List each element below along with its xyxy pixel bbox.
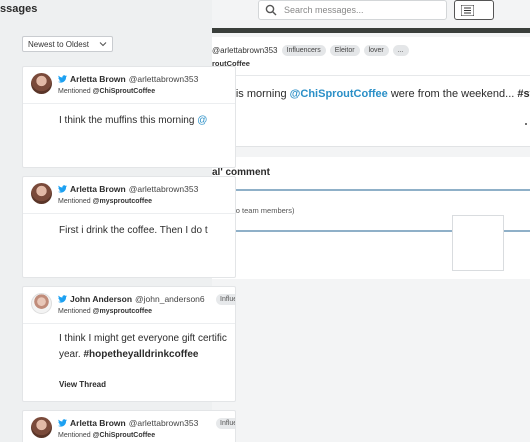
chevron-down-icon [99,42,107,47]
author-name[interactable]: Arletta Brown [70,74,126,84]
author-handle: @arlettabrown353 [128,184,199,194]
mentioned-line: Mentioned @mysproutcoffee [58,198,152,205]
message-card[interactable]: Arletta Brown @arlettabrown353 Mentioned … [22,176,236,278]
author-line: Arletta Brown @arlettabrown353 [70,74,198,84]
detail-message-text: ns this morning @ChiSproutCoffee were fr… [212,88,530,100]
search-box[interactable] [258,0,447,20]
mentioned-label: Mentioned [58,88,91,95]
list-view-icon [461,4,474,16]
author-line: Arletta Brown @arlettabrown353 [70,418,198,428]
author-name[interactable]: John Anderson [70,294,132,304]
author-handle: @arlettabrown353 [128,418,199,428]
message-card-header: Arletta Brown @arlettabrown353 Mentioned … [23,67,235,104]
sort-dropdown[interactable]: Newest to Oldest [22,36,113,52]
message-text: I think the muffins this morning @ [59,113,207,129]
avatar[interactable] [31,183,52,204]
mentioned-account: @ChiSproutCoffee [92,88,156,95]
twitter-icon [58,185,67,193]
twitter-icon [58,295,67,303]
avatar[interactable] [31,73,52,94]
detail-text-mid: were from the weekend... [387,88,518,100]
view-thread-link[interactable]: View Thread [59,380,106,389]
author-line: Arletta Brown @arlettabrown353 [70,184,198,194]
message-card-header: Arletta Brown @arlettabrown353 Mentioned … [23,177,235,214]
message-detail-pane: @arlettabrown353 Influencers Eleitor lov… [212,0,530,442]
mentioned-line: Mentioned @mysproutcoffee [58,308,152,315]
toolbar-divider [212,28,530,33]
message-text: I think I might get everyone gift certif… [59,331,227,363]
twitter-icon [58,419,67,427]
author-handle: @arlettabrown353 [128,74,199,84]
message-list-pane: ssages Newest to Oldest Arletta Brown @ar… [0,0,236,442]
mentioned-account: @mysproutcoffee [92,308,152,315]
tag-influencers[interactable]: Influencers [281,45,326,56]
mentioned-line: Mentioned @ChiSproutCoffee [58,88,155,95]
sort-selected-value: Newest to Oldest [28,39,89,49]
internal-comment-panel: al' comment wable to team members) lete [212,157,530,279]
mentioned-account: @mysproutcoffee [92,198,152,205]
comment-input-border [212,189,530,191]
detail-mention-link[interactable]: @ChiSproutCoffee [290,88,388,100]
message-text-line: I think I might get everyone gift certif… [59,333,227,344]
author-name[interactable]: Arletta Brown [70,184,126,194]
author-line: John Anderson @john_anderson6 [70,294,205,304]
influencer-tag[interactable]: Influe [216,294,235,305]
attachment-preview[interactable] [452,215,504,271]
list-view-button[interactable] [454,0,494,20]
mentioned-label: Mentioned [58,198,91,205]
divider [212,75,530,76]
detail-hashtag[interactable]: #stale [517,88,530,100]
message-text: First i drink the coffee. Then I do t [59,225,208,236]
mention-link[interactable]: @ [197,115,207,126]
message-detail-card: @arlettabrown353 Influencers Eleitor lov… [212,37,530,147]
page-title: ssages [0,3,38,15]
top-toolbar [212,0,530,28]
message-text-line: year. #hopetheyalldrinkcoffee [59,347,227,363]
search-input[interactable] [284,5,444,15]
mentioned-label: Mentioned [58,432,91,439]
mentioned-label: Mentioned [58,308,91,315]
tag-eleitor[interactable]: Eleitor [329,45,360,56]
message-card-header: John Anderson @john_anderson6 Mentioned @… [23,287,235,324]
search-icon [265,4,277,16]
mentioned-line: Mentioned @ChiSproutCoffee [58,432,155,439]
message-card[interactable]: Arletta Brown @arlettabrown353 Mentioned … [22,410,236,442]
avatar[interactable] [31,293,52,314]
mentioned-account: @ChiSproutCoffee [92,432,156,439]
author-name[interactable]: Arletta Brown [70,418,126,428]
author-handle: @john_anderson6 [135,294,205,304]
influencer-tag[interactable]: Influer [216,418,235,429]
message-card-header: Arletta Brown @arlettabrown353 Mentioned … [23,411,235,442]
message-card[interactable]: John Anderson @john_anderson6 Mentioned @… [22,286,236,402]
detail-header: @arlettabrown353 Influencers Eleitor lov… [212,45,409,56]
message-card[interactable]: Arletta Brown @arlettabrown353 Mentioned … [22,66,236,168]
tag-more[interactable]: ... [392,45,409,56]
message-text-line: I think the muffins this morning [59,115,198,126]
message-text-fragment: year. [59,349,84,360]
hashtag-link[interactable]: #hopetheyalldrinkcoffee [83,349,198,360]
more-dot [525,123,527,125]
twitter-icon [58,75,67,83]
tag-lover[interactable]: lover [363,45,389,56]
avatar[interactable] [31,417,52,438]
